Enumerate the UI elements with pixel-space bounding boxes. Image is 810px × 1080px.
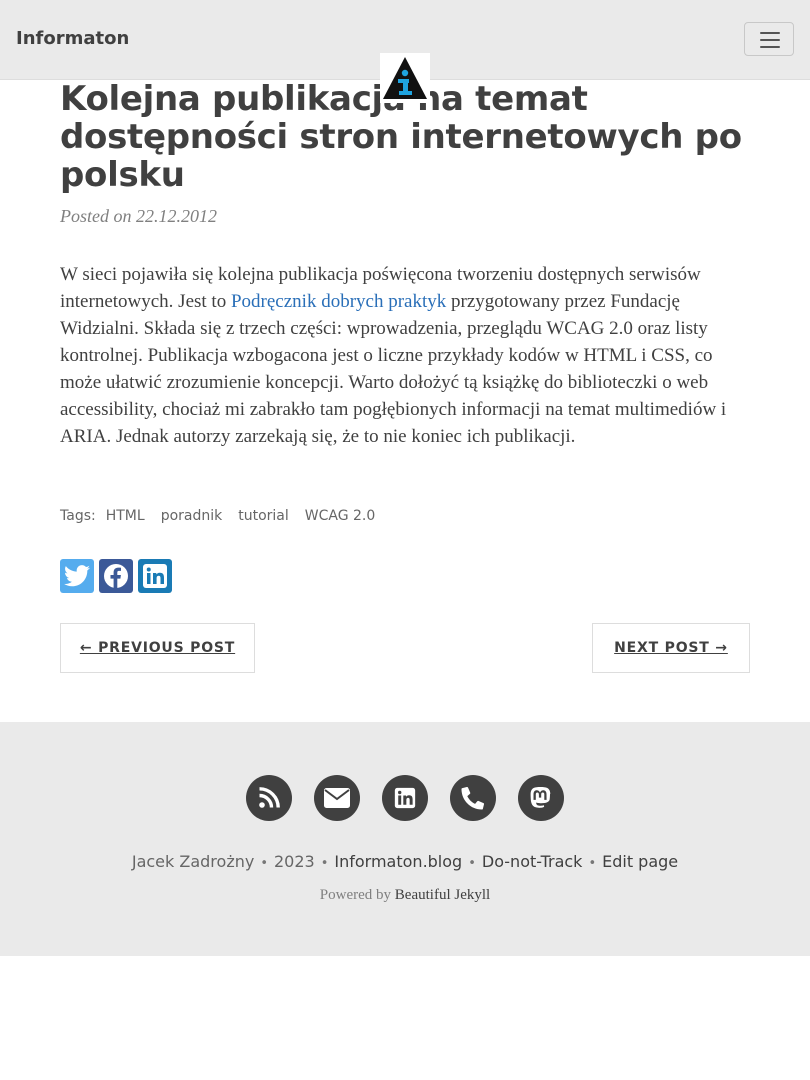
separator: • — [588, 856, 597, 871]
separator: • — [320, 856, 329, 871]
footer-copyright: Jacek Zadrożny • 2023 • Informaton.blog • Do-n… — [0, 852, 810, 871]
previous-post-button[interactable]: ← PREVIOUS POST — [60, 623, 255, 673]
tags-label: Tags: — [60, 508, 96, 524]
tag-link[interactable]: poradnik — [161, 508, 223, 524]
info-logo-icon[interactable] — [380, 53, 430, 103]
email-icon[interactable] — [314, 775, 360, 821]
linkedin-icon[interactable] — [138, 559, 172, 593]
post-body: W sieci pojawiła się kolejna publikacja … — [60, 261, 752, 450]
rss-icon[interactable] — [246, 775, 292, 821]
footer-author: Jacek Zadrożny — [131, 852, 255, 871]
menu-bar — [760, 32, 780, 34]
beautiful-jekyll-link[interactable]: Beautiful Jekyll — [395, 887, 490, 903]
linkedin-icon[interactable] — [382, 775, 428, 821]
post-date: Posted on 22.12.2012 — [60, 206, 217, 226]
tags-list: Tags: HTML poradnik tutorial WCAG 2.0 — [60, 508, 375, 524]
powered-by: Powered by Beautiful Jekyll — [0, 887, 810, 904]
tag-link[interactable]: WCAG 2.0 — [305, 508, 376, 524]
mastodon-icon[interactable] — [518, 775, 564, 821]
tag-link[interactable]: HTML — [106, 508, 145, 524]
twitter-icon[interactable] — [60, 559, 94, 593]
footer-year: 2023 — [274, 852, 315, 871]
footer: Jacek Zadrożny • 2023 • Informaton.blog • Do-n… — [0, 722, 810, 956]
handbook-link[interactable]: Podręcznik dobrych praktyk — [231, 291, 446, 312]
phone-icon[interactable] — [450, 775, 496, 821]
post-text-after-link: przygotowany przez Fundację Widzialni. S… — [60, 291, 727, 447]
hamburger-menu-icon[interactable] — [744, 22, 794, 56]
tag-link[interactable]: tutorial — [238, 508, 289, 524]
share-buttons — [60, 559, 172, 593]
facebook-icon[interactable] — [99, 559, 133, 593]
footer-site-link[interactable]: Informaton.blog — [334, 852, 462, 871]
site-brand-link[interactable]: Informaton — [16, 28, 129, 49]
footer-dnt-link[interactable]: Do-not-Track — [482, 852, 583, 871]
next-post-button[interactable]: NEXT POST → — [592, 623, 750, 673]
footer-edit-link[interactable]: Edit page — [602, 852, 678, 871]
separator: • — [468, 856, 476, 871]
separator: • — [260, 856, 268, 871]
footer-social-links — [246, 775, 564, 821]
menu-bar — [760, 46, 780, 48]
menu-bar — [760, 39, 780, 41]
powered-by-text: Powered by — [319, 887, 392, 903]
